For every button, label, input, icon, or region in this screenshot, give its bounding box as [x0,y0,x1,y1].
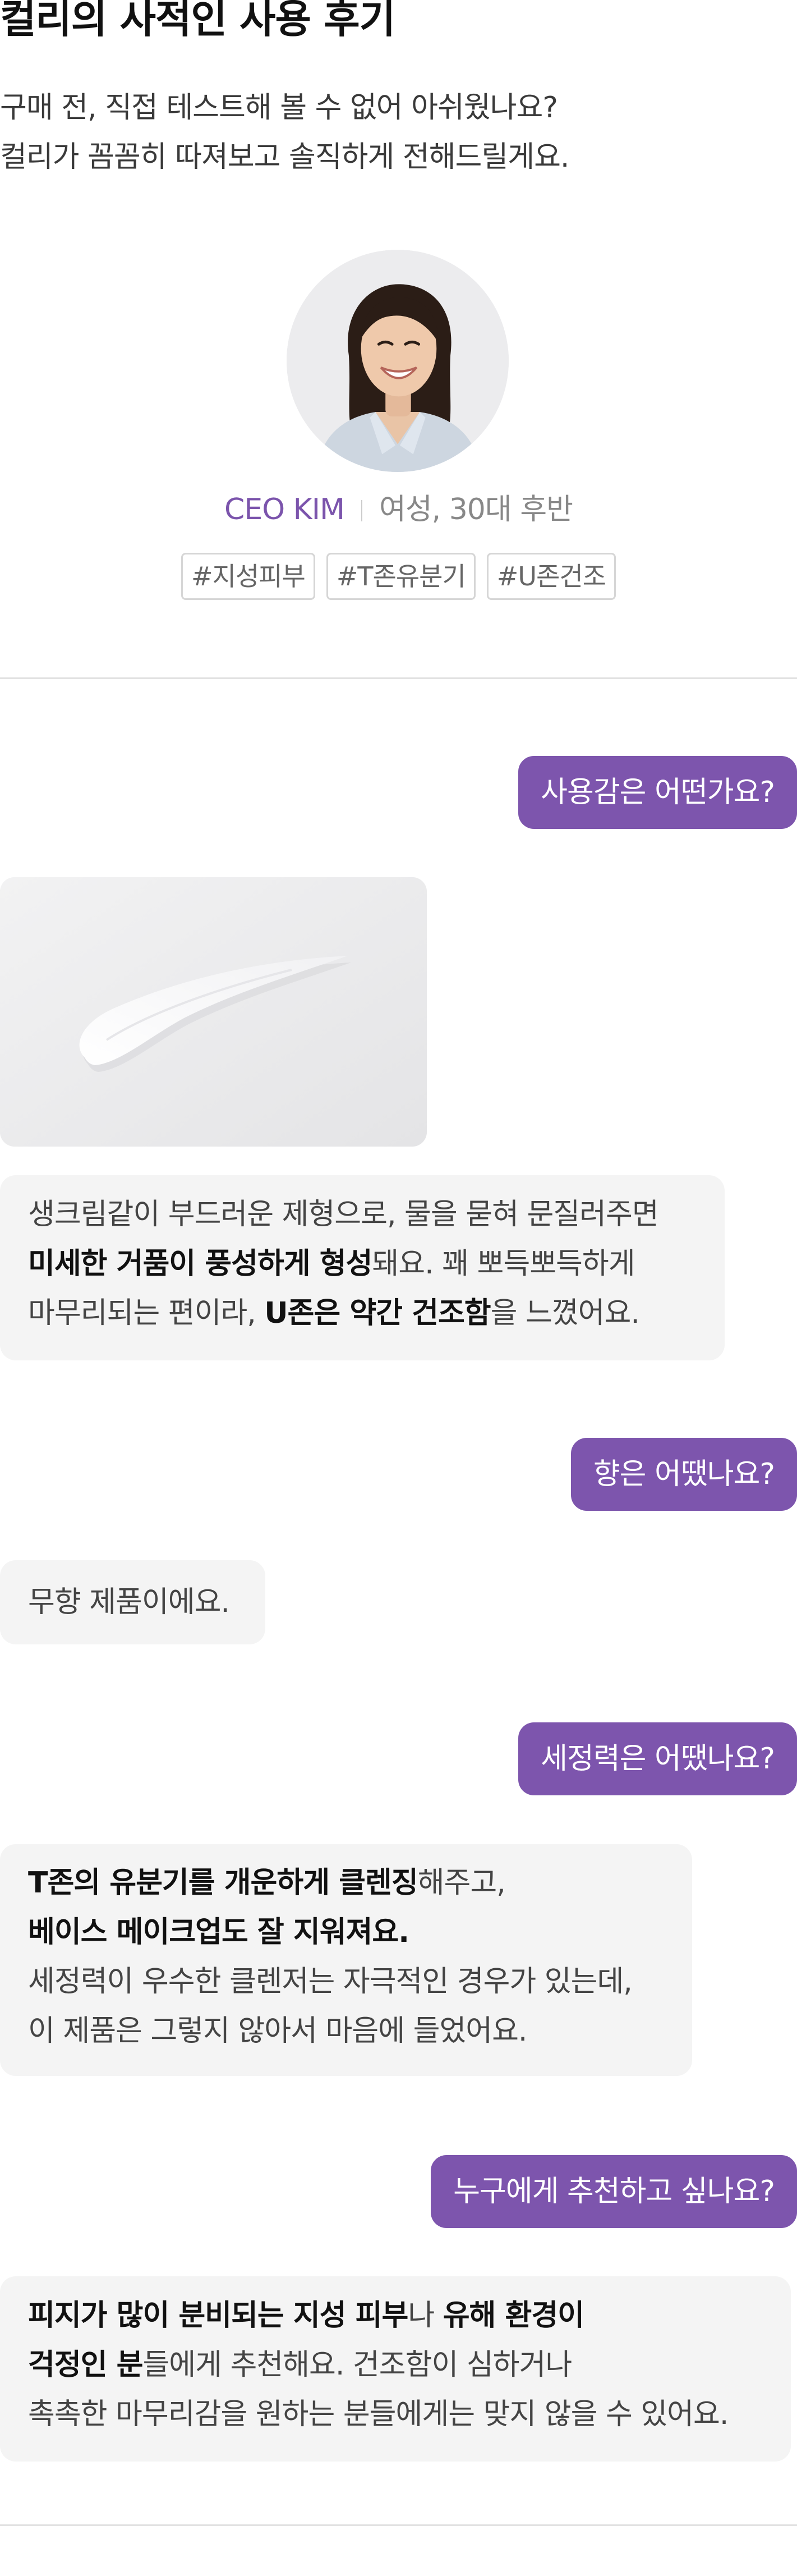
answer-bubble: T존의 유분기를 개운하게 클렌징해주고, 베이스 메이크업도 잘 지워져요. … [0,1844,692,2076]
answer-line: 생크림같이 부드러운 제형으로, 물을 묻혀 문질러주면 [28,1190,697,1239]
skin-type-tag: #U존건조 [486,553,616,600]
intro-line: 구매 전, 직접 테스트해 볼 수 없어 아쉬웠나요? [0,91,558,125]
product-texture-image [0,877,427,1147]
answer-line: T존의 유분기를 개운하게 클렌징해주고, [28,1858,664,1908]
question-bubble: 향은 어땠나요? [570,1438,797,1511]
answer-text: 나 [408,2299,443,2332]
skin-type-tag: #지성피부 [181,553,315,600]
answer-line: 마무리되는 편이라, U존은 약간 건조함을 느꼈어요. [28,1289,697,1338]
answer-highlight: 유해 환경이 [443,2299,584,2332]
answer-highlight: 베이스 메이크업도 잘 지워져요. [28,1915,409,1949]
answer-text: 들에게 추천해요. 건조함이 심하거나 [142,2348,572,2382]
question-bubble: 누구에게 추천하고 싶나요? [431,2155,797,2228]
answer-text: 무향 제품이에요. [28,1585,230,1619]
answer-line: 걱정인 분들에게 추천해요. 건조함이 심하거나 [28,2340,763,2390]
answer-bubble: 생크림같이 부드러운 제형으로, 물을 묻혀 문질러주면 미세한 거품이 풍성하… [0,1175,725,1360]
section-divider [0,2524,797,2526]
answer-highlight: 미세한 거품이 풍성하게 형성 [28,1247,372,1281]
page-title: 컬리의 사적인 사용 후기 [0,0,395,42]
intro-text: 구매 전, 직접 테스트해 볼 수 없어 아쉬웠나요? 컬리가 꼼꼼히 따져보고… [0,83,569,182]
reviewer-name: CEO KIM [224,493,345,526]
answer-highlight: 걱정인 분 [28,2348,143,2382]
answer-text: 촉촉한 마무리감을 원하는 분들에게는 맞지 않을 수 있어요. [28,2398,729,2431]
answer-line: 촉촉한 마무리감을 원하는 분들에게는 맞지 않을 수 있어요. [28,2390,763,2439]
skin-type-tag: #T존유분기 [326,553,476,600]
answer-text: 생크림같이 부드러운 제형으로, 물을 묻혀 문질러주면 [28,1198,659,1231]
question-bubble: 세정력은 어땠나요? [518,1722,797,1795]
reviewer-tags: #지성피부 #T존유분기 #U존건조 [0,553,797,600]
answer-bubble: 무향 제품이에요. [0,1560,265,1644]
answer-bubble: 피지가 많이 분비되는 지성 피부나 유해 환경이 걱정인 분들에게 추천해요.… [0,2276,791,2462]
answer-line: 무향 제품이에요. [28,1578,237,1627]
answer-text: 마무리되는 편이라, [28,1296,265,1330]
answer-line: 피지가 많이 분비되는 지성 피부나 유해 환경이 [28,2291,763,2340]
answer-highlight: T존의 유분기를 개운하게 클렌징 [28,1866,418,1900]
answer-text: 돼요. 꽤 뽀득뽀득하게 [372,1247,635,1281]
cream-swatch-icon [0,877,427,1147]
reviewer-avatar [287,250,509,472]
answer-highlight: 피지가 많이 분비되는 지성 피부 [28,2299,408,2332]
answer-line: 세정력이 우수한 클렌저는 자극적인 경우가 있는데, [28,1957,664,2006]
reviewer-profile: CEO KIM 여성, 30대 후반 [0,487,797,532]
answer-text: 해주고, [417,1866,506,1900]
profile-divider [361,500,362,521]
answer-line: 베이스 메이크업도 잘 지워져요. [28,1908,664,1957]
answer-text: 을 느꼈어요. [490,1296,640,1330]
answer-text: 이 제품은 그렇지 않아서 마음에 들었어요. [28,2014,527,2048]
answer-text: 세정력이 우수한 클렌저는 자극적인 경우가 있는데, [28,1965,633,1999]
intro-line: 컬리가 꼼꼼히 따져보고 솔직하게 전해드릴게요. [0,140,569,174]
question-bubble: 사용감은 어떤가요? [518,756,797,829]
answer-line: 미세한 거품이 풍성하게 형성돼요. 꽤 뽀득뽀득하게 [28,1239,697,1289]
answer-line: 이 제품은 그렇지 않아서 마음에 들었어요. [28,2006,664,2056]
person-portrait-icon [287,250,509,472]
section-divider [0,677,797,679]
reviewer-description: 여성, 30대 후반 [379,493,573,526]
review-page: 컬리의 사적인 사용 후기 구매 전, 직접 테스트해 볼 수 없어 아쉬웠나요… [0,0,797,2576]
answer-highlight: U존은 약간 건조함 [264,1296,491,1330]
